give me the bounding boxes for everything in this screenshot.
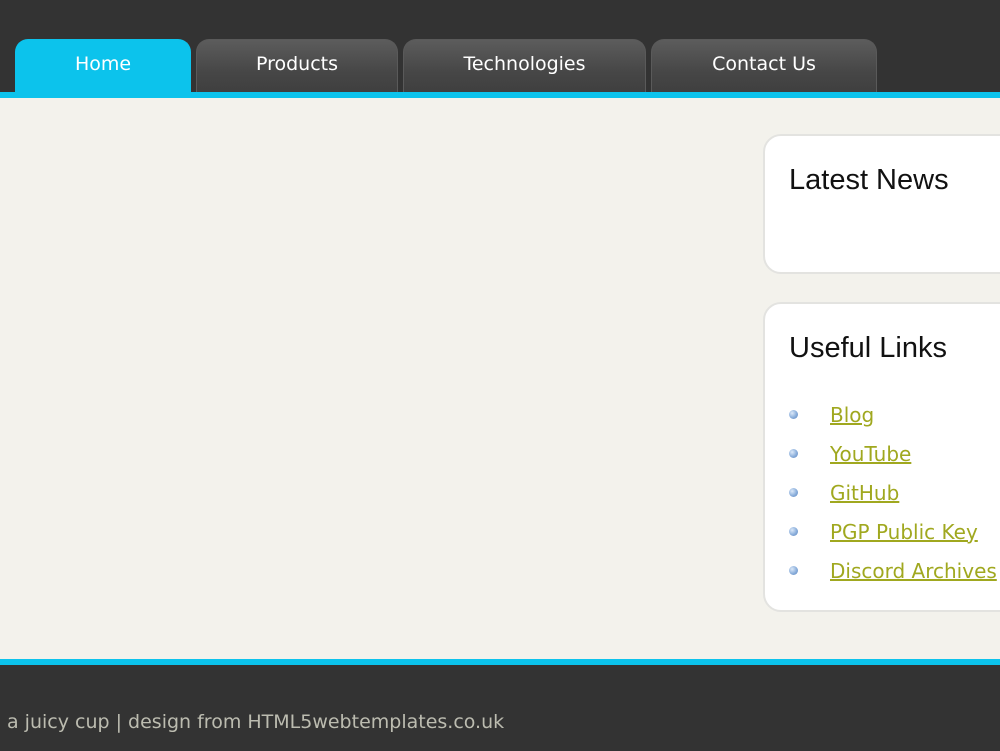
- list-item: GitHub: [789, 473, 997, 512]
- latest-news-panel: Latest News: [763, 134, 1000, 274]
- blue-dot-bullet-icon: [789, 410, 798, 419]
- tab-home[interactable]: Home: [15, 39, 191, 92]
- blue-dot-bullet-icon: [789, 566, 798, 575]
- blue-dot-bullet-icon: [789, 527, 798, 536]
- site-footer: a juicy cup | design from HTML5webtempla…: [0, 665, 1000, 751]
- list-item: YouTube: [789, 434, 997, 473]
- useful-links-list: Blog YouTube GitHub PGP Public Key Disco…: [789, 395, 997, 590]
- main-nav: Home Products Technologies Contact Us: [15, 39, 877, 92]
- link-blog[interactable]: Blog: [830, 403, 874, 427]
- link-github[interactable]: GitHub: [830, 481, 899, 505]
- list-item: Discord Archives: [789, 551, 997, 590]
- useful-links-title: Useful Links: [789, 332, 947, 364]
- blue-dot-bullet-icon: [789, 488, 798, 497]
- list-item: PGP Public Key: [789, 512, 997, 551]
- footer-credit-text: a juicy cup | design from HTML5webtempla…: [7, 711, 505, 733]
- site-header: Home Products Technologies Contact Us: [0, 0, 1000, 92]
- link-pgp-public-key[interactable]: PGP Public Key: [830, 520, 978, 544]
- tab-products[interactable]: Products: [196, 39, 398, 92]
- latest-news-title: Latest News: [789, 164, 949, 196]
- main-content: Latest News Useful Links Blog YouTube Gi…: [0, 98, 1000, 659]
- blue-dot-bullet-icon: [789, 449, 798, 458]
- useful-links-panel: Useful Links Blog YouTube GitHub PGP Pub…: [763, 302, 1000, 612]
- list-item: Blog: [789, 395, 997, 434]
- link-discord-archives[interactable]: Discord Archives: [830, 559, 997, 583]
- tab-contact-us[interactable]: Contact Us: [651, 39, 877, 92]
- tab-technologies[interactable]: Technologies: [403, 39, 646, 92]
- link-youtube[interactable]: YouTube: [830, 442, 911, 466]
- page: Home Products Technologies Contact Us La…: [0, 0, 1000, 751]
